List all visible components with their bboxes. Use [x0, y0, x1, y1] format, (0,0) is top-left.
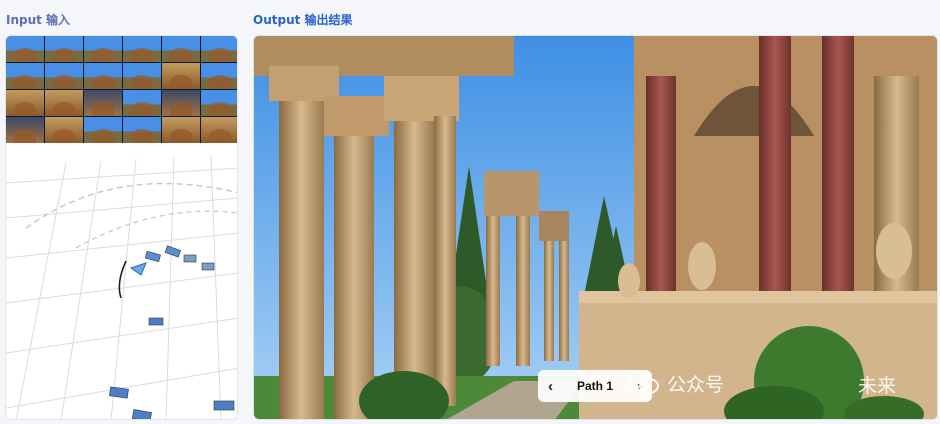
input-thumbnail[interactable] [123, 117, 161, 143]
output-render-image[interactable] [254, 36, 938, 420]
input-thumbnail[interactable] [123, 36, 161, 62]
input-label: Input 输入 [6, 13, 71, 27]
input-thumbnail[interactable] [201, 117, 237, 143]
input-thumbnail[interactable] [6, 117, 44, 143]
input-thumbnail[interactable] [45, 117, 83, 143]
output-panel [253, 35, 938, 420]
input-image-grid [6, 36, 237, 143]
input-thumbnail[interactable] [201, 90, 237, 116]
input-thumbnail[interactable] [162, 63, 200, 89]
input-thumbnail[interactable] [162, 90, 200, 116]
input-thumbnail[interactable] [6, 90, 44, 116]
input-panel [5, 35, 238, 420]
page: Input 输入 Output 输出结果 ‹ Path 1 › 公众号 未来 [0, 0, 940, 424]
wechat-icon [628, 371, 659, 394]
input-thumbnail[interactable] [201, 63, 237, 89]
watermark-suffix: 未来 [858, 375, 897, 397]
input-thumbnail[interactable] [6, 63, 44, 89]
input-thumbnail[interactable] [45, 63, 83, 89]
input-thumbnail[interactable] [6, 36, 44, 62]
output-label: Output 输出结果 [253, 13, 353, 27]
watermark: 公众号 [627, 369, 724, 397]
ground-grid [6, 154, 237, 419]
current-camera-icon[interactable] [129, 262, 147, 276]
input-thumbnail[interactable] [45, 36, 83, 62]
input-thumbnail[interactable] [162, 36, 200, 62]
input-thumbnail[interactable] [162, 117, 200, 143]
input-thumbnail[interactable] [45, 90, 83, 116]
camera-trajectory-view[interactable] [6, 143, 238, 420]
input-thumbnail[interactable] [84, 63, 122, 89]
watermark-text: 公众号 [667, 373, 725, 396]
input-thumbnail[interactable] [123, 63, 161, 89]
path-label: Path 1 [576, 379, 613, 393]
input-thumbnail[interactable] [123, 90, 161, 116]
input-thumbnail[interactable] [84, 36, 122, 62]
input-thumbnail[interactable] [201, 36, 237, 62]
input-thumbnail[interactable] [84, 90, 122, 116]
input-thumbnail[interactable] [84, 117, 122, 143]
chevron-left-icon[interactable]: ‹ [548, 378, 553, 395]
